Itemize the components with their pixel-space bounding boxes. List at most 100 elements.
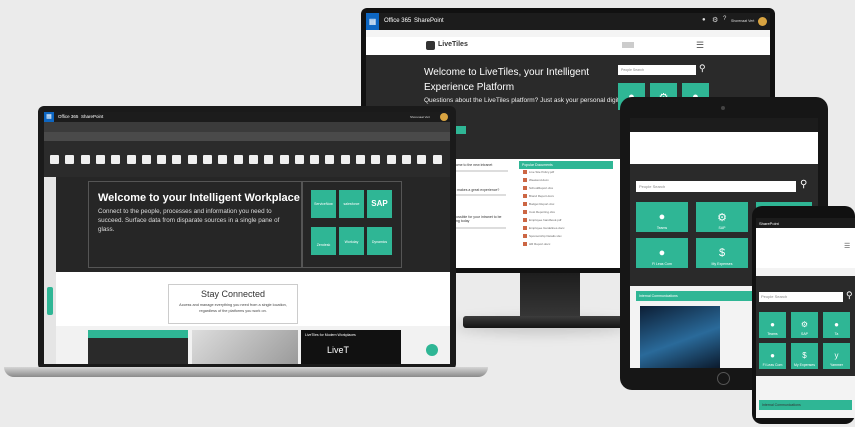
ribbon-button[interactable] [126,155,136,164]
bell-icon[interactable]: ● [702,17,706,23]
ribbon-button[interactable] [157,155,167,164]
app-title: SharePoint [414,18,444,24]
photo-widget [192,330,298,364]
document-icon [523,234,527,239]
ribbon-button[interactable] [264,155,274,164]
lower-row: LiveTiles for Modern Workplaces LiveT [56,326,450,364]
ribbon-button[interactable] [187,155,197,164]
tile-dynamics[interactable]: Dynamics [367,227,392,255]
document-icon [523,202,527,207]
app-title: SharePoint [81,114,104,119]
phone-icon [622,42,634,48]
ribbon-button[interactable] [95,155,105,164]
document-item[interactable]: HR Report.docx [523,242,609,247]
document-item[interactable]: Cost Reporting.xlsx [523,210,609,215]
tile-salesforce[interactable]: salesforce [339,190,364,218]
ribbon-button[interactable] [141,155,151,164]
ribbon-button[interactable] [218,155,228,164]
ribbon-button[interactable] [432,155,442,164]
tablet-camera [721,106,725,110]
search-icon[interactable]: ⚲ [699,63,706,74]
app-launcher-icon[interactable]: ▦ [366,13,379,30]
document-item[interactable]: Weekend.docx [523,178,609,183]
ribbon-button[interactable] [279,155,289,164]
ribbon-button[interactable] [80,155,90,164]
ribbon-button[interactable] [111,155,121,164]
tile-workday[interactable]: Workday [339,227,364,255]
app-launcher-icon[interactable]: ▦ [44,112,54,122]
video-title: LiveTiles for Modern Workplaces [305,333,356,337]
video-widget[interactable]: LiveTiles for Modern Workplaces LiveT [301,330,401,364]
tile-myexpenses[interactable]: $ My Expenses [696,238,748,268]
ribbon-button[interactable] [401,155,411,164]
ribbon-button[interactable] [325,155,335,164]
menu-icon[interactable]: ☰ [696,40,704,51]
ribbon-button[interactable] [340,155,350,164]
ribbon-button[interactable] [50,155,59,164]
avatar[interactable] [440,113,448,121]
ribbon-button[interactable] [172,155,182,164]
tile-fileascom[interactable]: ● Fi Leas Com [636,238,688,268]
search-icon[interactable]: ⚲ [846,290,853,301]
tile-sap[interactable]: SAP [367,190,392,218]
gear-icon[interactable]: ⚙ [712,16,718,24]
search-icon[interactable]: ⚲ [800,179,807,190]
tablet-home-button[interactable] [717,372,730,385]
document-item[interactable]: Brand Report.docx [523,194,609,199]
document-icon [523,186,527,191]
user-name: Shorenaat Vert [731,19,755,23]
ribbon-button[interactable] [294,155,304,164]
document-item[interactable]: Live Site Policy.pdf [523,170,609,175]
ribbon-button[interactable] [417,155,427,164]
ribbon-button[interactable] [65,155,75,164]
avatar[interactable] [758,17,767,26]
chat-icon[interactable] [426,344,438,356]
people-icon: ● [770,350,775,360]
ribbon-button[interactable] [233,155,243,164]
docs-header: Popular Documents [519,161,613,169]
rail-handle[interactable] [47,287,53,315]
document-name: Employee handbook.pdf [529,218,562,222]
hero-panel: People Search ⚲ ● Teams ⚙ SAP ● Ta ● Fi Leas… [756,276,855,376]
tile-sap[interactable]: ⚙ SAP [791,312,818,338]
document-icon [523,226,527,231]
site-brand: LiveTiles [438,41,468,48]
ribbon-button[interactable] [203,155,212,164]
document-item[interactable]: SchoolReport.xlsx [523,186,609,191]
ribbon-button[interactable] [310,155,320,164]
tile-teams[interactable]: ● Teams [636,202,688,232]
ribbon-button[interactable] [356,155,365,164]
document-list: Live Site Policy.pdf Weekend.docx SchoolRe… [519,170,613,265]
section-body: Access and manage everything you need fr… [179,303,287,313]
app-title: SharePoint [759,221,779,226]
section-title: Stay Connected [200,289,266,299]
suite-bar: ▦ Office 365 SharePoint Shorenaat Vert [44,112,450,122]
command-bar [366,30,770,37]
people-search-input[interactable]: People Search [636,181,796,192]
help-icon[interactable]: ? [723,16,726,22]
logo-tile-grid: ServiceNow salesforce SAP Zendesk Workda… [302,181,402,268]
tile-yammer[interactable]: y Yammer [823,343,850,369]
tile-sap[interactable]: ⚙ SAP [696,202,748,232]
tile-myexpenses[interactable]: $ My Expenses [791,343,818,369]
video-brand: LiveT [327,345,350,355]
document-item[interactable]: Employee handbook.pdf [523,218,609,223]
laptop-base [4,367,488,377]
document-item[interactable]: Sponsorship Details.xlsx [523,234,609,239]
document-item[interactable]: Budget Report.xlsx [523,202,609,207]
tile-third[interactable]: ● Ta [823,312,850,338]
people-search-input[interactable]: People Search [759,292,843,302]
ribbon-button[interactable] [386,155,396,164]
menu-icon[interactable]: ☰ [844,242,850,250]
people-search-input[interactable]: People Search [618,65,696,75]
ribbon-button[interactable] [371,155,381,164]
ribbon-button[interactable] [248,155,258,164]
document-icon [523,194,527,199]
tile-teams[interactable]: ● Teams [759,312,786,338]
tile-fileascom[interactable]: ● Fi Leas Com [759,343,786,369]
document-icon [523,178,527,183]
tile-zendesk[interactable]: Zendesk [311,227,336,255]
tile-servicenow[interactable]: ServiceNow [311,190,336,218]
document-item[interactable]: Employee Guidelines.docx [523,226,609,231]
calendar-widget [88,330,188,364]
